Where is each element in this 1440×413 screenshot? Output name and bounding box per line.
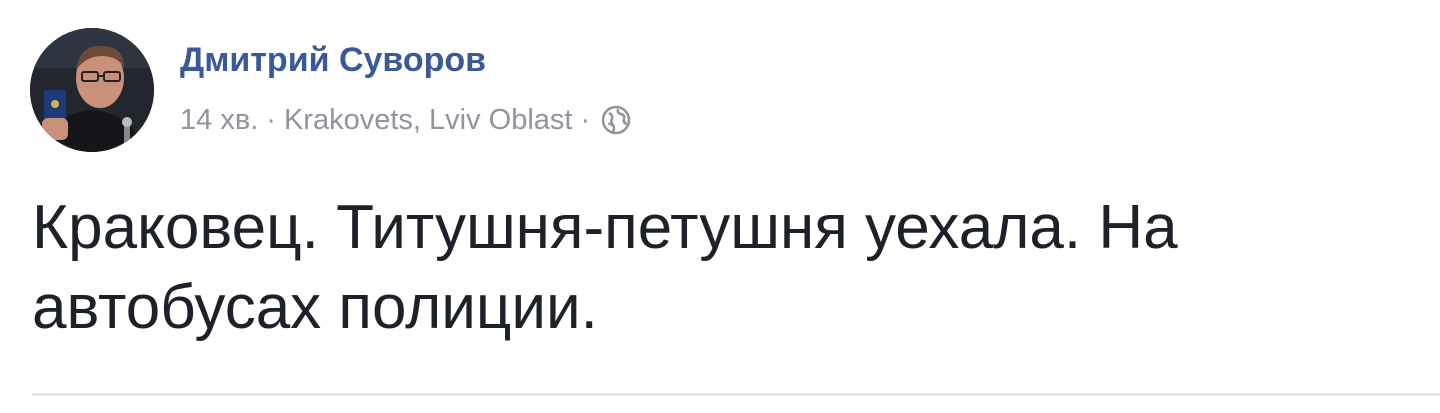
avatar[interactable]	[30, 28, 154, 152]
post-card: Дмитрий Суворов 14 хв. · Krakovets, Lviv…	[0, 0, 1440, 413]
author-name[interactable]: Дмитрий Суворов	[180, 38, 486, 82]
globe-icon[interactable]	[600, 104, 632, 136]
post-time[interactable]: 14 хв.	[180, 104, 258, 137]
post-location[interactable]: Krakovets, Lviv Oblast	[284, 104, 573, 137]
divider	[32, 393, 1440, 396]
avatar-image	[30, 28, 154, 152]
meta-separator: ·	[580, 103, 591, 136]
post-text: Краковец. Титушня-петушня уехала. На авт…	[32, 193, 1178, 342]
post-meta: 14 хв. · Krakovets, Lviv Oblast ·	[180, 100, 632, 140]
meta-separator: ·	[266, 103, 276, 136]
